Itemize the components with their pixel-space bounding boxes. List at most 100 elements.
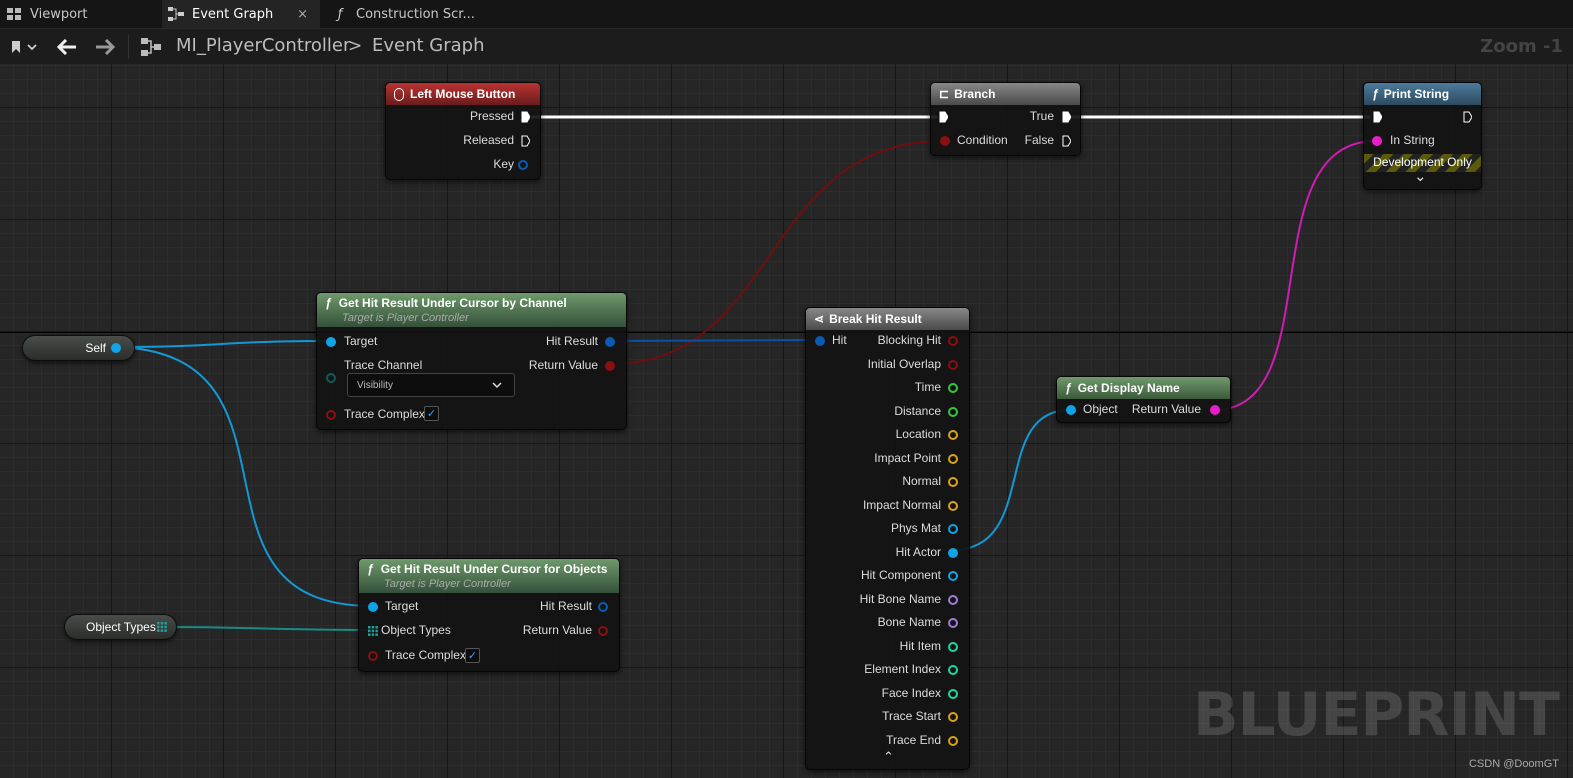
struct-pin-key[interactable] (518, 160, 528, 170)
vector-pin-trace-end[interactable] (948, 735, 958, 746)
int-pin-face-index[interactable] (948, 688, 958, 699)
object-pin-target[interactable] (326, 337, 336, 347)
graph-toolbar: MI_PlayerController > Event Graph Zoom -… (0, 28, 1573, 64)
trace-complex-checkbox[interactable]: ✓ (424, 406, 439, 421)
pin-label-key: Key (493, 157, 514, 171)
tab-construction-script[interactable]: ƒ Construction Scr... (326, 0, 486, 28)
int-pin-hit-item[interactable] (948, 641, 958, 652)
exec-pin-pressed[interactable] (521, 111, 530, 123)
pin-label-condition: Condition (957, 133, 1008, 147)
struct-pin-hit-result[interactable] (598, 602, 608, 612)
string-pin-in-string[interactable] (1372, 136, 1382, 146)
pin-label-element-index: Element Index (864, 662, 941, 676)
object-wire-self-target-1 (116, 340, 331, 348)
tab-event-graph[interactable]: Event Graph × (162, 0, 320, 28)
pin-label-hit-item: Hit Item (899, 638, 941, 653)
function-icon: ƒ (1372, 87, 1379, 101)
node-left-mouse-button[interactable]: Left Mouse Button Pressed Released Key (385, 82, 541, 180)
pin-label-return-value: Return Value (528, 358, 598, 372)
node-get-hit-result-by-channel[interactable]: ƒ Get Hit Result Under Cursor by Channel… (316, 292, 627, 430)
vector-pin-impact-point[interactable] (948, 453, 958, 464)
array-wire-objecttypes (161, 626, 373, 631)
pin-label-hit-result: Hit Result (545, 334, 598, 348)
array-pin-object-types[interactable] (157, 622, 167, 632)
int-pin-element-index[interactable] (948, 665, 958, 675)
node-get-hit-result-for-objects[interactable]: ƒ Get Hit Result Under Cursor for Object… (358, 558, 620, 672)
toolbar-divider (128, 35, 129, 59)
exec-pin-in[interactable] (939, 111, 948, 123)
tab-viewport[interactable]: Viewport (0, 0, 160, 28)
exec-pin-true[interactable] (1062, 111, 1071, 123)
forward-button[interactable] (90, 29, 120, 65)
node-header: ⋖ Break Hit Result (806, 308, 969, 330)
dropdown-value: Visibility (357, 379, 393, 391)
bool-pin-trace-complex[interactable] (326, 410, 336, 420)
zoom-level: Zoom -1 (1480, 36, 1563, 57)
trace-complex-checkbox[interactable]: ✓ (465, 648, 480, 663)
tab-label: Viewport (30, 6, 88, 22)
blueprint-watermark: BLUEPRINT (1192, 680, 1560, 750)
float-pin-distance[interactable] (948, 406, 958, 417)
pin-label-distance: Distance (894, 403, 941, 418)
object-pin-hit-component[interactable] (948, 571, 958, 581)
object-pin-phys-mat[interactable] (948, 524, 958, 534)
bool-pin-return-value[interactable] (598, 626, 608, 636)
chevron-down-icon (492, 382, 502, 389)
bool-pin-blocking-hit[interactable] (948, 336, 958, 346)
exec-pin-released[interactable] (521, 135, 530, 147)
close-icon[interactable]: × (297, 7, 308, 22)
object-pin-self[interactable] (111, 343, 121, 353)
bool-pin-return-value[interactable] (605, 361, 615, 371)
variable-self[interactable]: Self (22, 335, 135, 361)
trace-channel-dropdown[interactable]: Visibility (347, 373, 515, 397)
bool-pin-initial-overlap[interactable] (948, 359, 958, 370)
byte-pin-trace-channel[interactable] (326, 373, 336, 383)
node-header: ƒ Print String (1364, 83, 1481, 105)
node-get-display-name[interactable]: ƒ Get Display Name Object Return Value (1056, 376, 1231, 423)
exec-pin-out[interactable] (1463, 111, 1472, 123)
breadcrumb-blueprint[interactable]: MI_PlayerController (176, 35, 350, 56)
vector-pin-trace-start[interactable] (948, 712, 958, 722)
string-pin-return-value[interactable] (1210, 405, 1220, 415)
graph-canvas[interactable]: Left Mouse Button Pressed Released Key ⊏… (0, 64, 1573, 778)
string-wire-displayname-instring (1213, 140, 1377, 411)
pin-label-object-types: Object Types (381, 623, 451, 637)
variable-label: Self (85, 341, 106, 355)
breadcrumb-graph[interactable]: Event Graph (372, 35, 485, 56)
pin-label-return-value: Return Value (522, 623, 592, 637)
pin-label-hit-result: Hit Result (539, 599, 592, 613)
pin-label-object: Object (1083, 402, 1118, 416)
expand-chevron-icon[interactable]: ⌄ (1414, 167, 1427, 185)
struct-pin-hit-result[interactable] (605, 337, 615, 347)
variable-object-types[interactable]: Object Types (64, 614, 177, 640)
pin-label-face-index: Face Index (881, 685, 941, 700)
function-icon: ƒ (325, 296, 332, 310)
object-pin-object[interactable] (1066, 405, 1076, 415)
vector-pin-location[interactable] (948, 430, 958, 440)
object-pin-hit-actor[interactable] (948, 547, 958, 558)
name-pin-bone-name[interactable] (948, 618, 958, 628)
exec-pin-in[interactable] (1373, 111, 1382, 123)
pin-label-blocking-hit: Blocking Hit (877, 333, 941, 347)
node-print-string[interactable]: ƒ Print String In String Development Onl… (1363, 82, 1482, 190)
array-pin-object-types[interactable] (368, 626, 378, 636)
back-button[interactable] (52, 29, 82, 65)
exec-pin-false[interactable] (1062, 135, 1071, 147)
bool-pin-trace-complex[interactable] (368, 651, 378, 661)
object-pin-target[interactable] (368, 602, 378, 612)
pin-label-impact-point: Impact Point (874, 450, 941, 465)
node-break-hit-result[interactable]: ⋖ Break Hit Result Hit Blocking Hit Initi… (805, 307, 970, 770)
bool-pin-condition[interactable] (940, 136, 950, 146)
node-title: Get Display Name (1077, 381, 1180, 395)
struct-pin-hit[interactable] (815, 336, 825, 346)
node-branch[interactable]: ⊏ Branch Condition True False (930, 82, 1081, 156)
float-pin-time[interactable] (948, 383, 958, 393)
vector-pin-normal[interactable] (948, 477, 958, 487)
bookmark-dropdown-button[interactable] (4, 29, 42, 65)
variable-label: Object Types (86, 620, 156, 634)
tab-label: Event Graph (192, 6, 274, 22)
name-pin-hit-bone-name[interactable] (948, 594, 958, 605)
collapse-chevron-icon[interactable]: ⌃ (883, 750, 894, 765)
vector-pin-impact-normal[interactable] (948, 500, 958, 511)
pin-label-hit: Hit (832, 333, 847, 347)
